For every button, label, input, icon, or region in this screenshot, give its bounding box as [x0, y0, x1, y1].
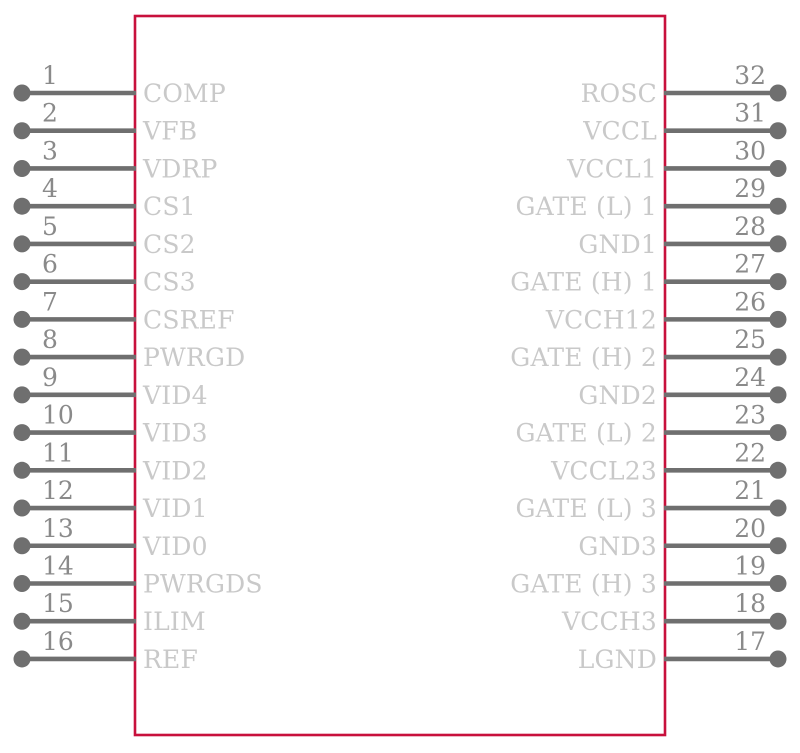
pin-number-32: 32 — [734, 61, 766, 90]
pin-terminal-dot-15[interactable] — [13, 612, 31, 630]
pin-terminal-dot-32[interactable] — [769, 84, 787, 102]
pin-label-15: ILIM — [143, 607, 206, 636]
pin-label-8: PWRGD — [143, 343, 245, 372]
pin-label-27: GATE (H) 1 — [510, 268, 657, 297]
pin-label-2: VFB — [142, 117, 197, 146]
pin-terminal-dot-6[interactable] — [13, 273, 31, 291]
pin-terminal-dot-30[interactable] — [769, 159, 787, 177]
pin-label-5: CS2 — [143, 230, 196, 259]
pin-number-13: 13 — [42, 514, 74, 543]
pin-number-24: 24 — [734, 363, 766, 392]
pin-number-3: 3 — [42, 136, 58, 165]
pin-label-16: REF — [143, 645, 198, 674]
pin-terminal-dot-10[interactable] — [13, 424, 31, 442]
pin-label-26: VCCH12 — [545, 305, 657, 334]
pin-number-29: 29 — [734, 174, 766, 203]
pin-terminal-dot-23[interactable] — [769, 424, 787, 442]
pin-label-9: VID4 — [142, 381, 208, 410]
pin-terminal-dot-27[interactable] — [769, 273, 787, 291]
pin-number-4: 4 — [42, 174, 58, 203]
pin-terminal-dot-13[interactable] — [13, 537, 31, 555]
pin-number-14: 14 — [42, 551, 74, 580]
pin-number-15: 15 — [42, 589, 74, 618]
pin-label-30: VCCL1 — [566, 154, 657, 183]
pin-terminal-dot-17[interactable] — [769, 650, 787, 668]
pin-label-24: GND2 — [578, 381, 657, 410]
pin-terminal-dot-18[interactable] — [769, 612, 787, 630]
pin-label-22: VCCL23 — [550, 456, 657, 485]
pin-terminal-dot-11[interactable] — [13, 461, 31, 479]
pin-terminal-dot-25[interactable] — [769, 348, 787, 366]
pin-label-12: VID1 — [142, 494, 208, 523]
schematic-symbol-drawing: 1 COMP 2 VFB 3 VDRP 4 CS1 5 CS2 6 CS3 7 CSREF 8 PWRGD 9 V… — [13, 14, 787, 737]
pin-label-7: CSREF — [143, 305, 235, 334]
pin-terminal-dot-4[interactable] — [13, 197, 31, 215]
pin-number-6: 6 — [42, 250, 58, 279]
pin-label-20: GND3 — [578, 532, 657, 561]
pin-label-10: VID3 — [142, 419, 208, 448]
pin-label-1: COMP — [143, 79, 226, 108]
pin-label-4: CS1 — [143, 192, 196, 221]
pin-number-21: 21 — [734, 476, 766, 505]
pin-label-11: VID2 — [142, 456, 208, 485]
pin-terminal-dot-20[interactable] — [769, 537, 787, 555]
pin-terminal-dot-31[interactable] — [769, 122, 787, 140]
pin-terminal-dot-28[interactable] — [769, 235, 787, 253]
pin-label-28: GND1 — [578, 230, 657, 259]
pin-number-5: 5 — [42, 212, 58, 241]
pin-number-17: 17 — [734, 627, 766, 656]
pin-number-31: 31 — [734, 99, 766, 128]
pin-label-17: LGND — [578, 645, 657, 674]
pin-terminal-dot-19[interactable] — [769, 574, 787, 592]
pin-terminal-dot-8[interactable] — [13, 348, 31, 366]
pin-number-20: 20 — [734, 514, 766, 543]
pin-number-8: 8 — [42, 325, 58, 354]
pin-terminal-dot-9[interactable] — [13, 386, 31, 404]
pin-terminal-dot-26[interactable] — [769, 310, 787, 328]
pin-label-29: GATE (L) 1 — [516, 192, 658, 221]
pin-label-32: ROSC — [581, 79, 657, 108]
pin-terminal-dot-3[interactable] — [13, 159, 31, 177]
pin-number-12: 12 — [42, 476, 74, 505]
pin-terminal-dot-2[interactable] — [13, 122, 31, 140]
pin-number-23: 23 — [734, 401, 766, 430]
pin-label-23: GATE (L) 2 — [516, 419, 658, 448]
pin-label-25: GATE (H) 2 — [510, 343, 657, 372]
pin-number-1: 1 — [42, 61, 58, 90]
schematic-symbol-canvas: 1 COMP 2 VFB 3 VDRP 4 CS1 5 CS2 6 CS3 7 CSREF 8 PWRGD 9 V… — [0, 0, 800, 753]
pin-number-22: 22 — [734, 438, 766, 467]
pin-terminal-dot-14[interactable] — [13, 574, 31, 592]
pin-label-14: PWRGDS — [143, 569, 263, 598]
pin-terminal-dot-24[interactable] — [769, 386, 787, 404]
pin-number-26: 26 — [734, 287, 766, 316]
pin-number-7: 7 — [42, 287, 58, 316]
pin-number-16: 16 — [42, 627, 74, 656]
pin-number-2: 2 — [42, 99, 58, 128]
pin-terminal-dot-22[interactable] — [769, 461, 787, 479]
pin-number-25: 25 — [734, 325, 766, 354]
pin-number-18: 18 — [734, 589, 766, 618]
pin-terminal-dot-12[interactable] — [13, 499, 31, 517]
pin-number-19: 19 — [734, 551, 766, 580]
pin-terminal-dot-7[interactable] — [13, 310, 31, 328]
pin-label-18: VCCH3 — [561, 607, 657, 636]
pin-number-27: 27 — [734, 250, 766, 279]
pin-label-19: GATE (H) 3 — [510, 569, 657, 598]
pin-label-6: CS3 — [143, 268, 196, 297]
pin-terminal-dot-5[interactable] — [13, 235, 31, 253]
pin-number-11: 11 — [42, 438, 74, 467]
pin-number-10: 10 — [42, 401, 74, 430]
pin-terminal-dot-16[interactable] — [13, 650, 31, 668]
pin-label-21: GATE (L) 3 — [516, 494, 658, 523]
pin-label-3: VDRP — [142, 154, 218, 183]
pin-label-31: VCCL — [582, 117, 657, 146]
pin-terminal-dot-21[interactable] — [769, 499, 787, 517]
pin-terminal-dot-1[interactable] — [13, 84, 31, 102]
pin-number-9: 9 — [42, 363, 58, 392]
pin-number-30: 30 — [734, 136, 766, 165]
pin-terminal-dot-29[interactable] — [769, 197, 787, 215]
pin-label-13: VID0 — [142, 532, 208, 561]
pin-number-28: 28 — [734, 212, 766, 241]
